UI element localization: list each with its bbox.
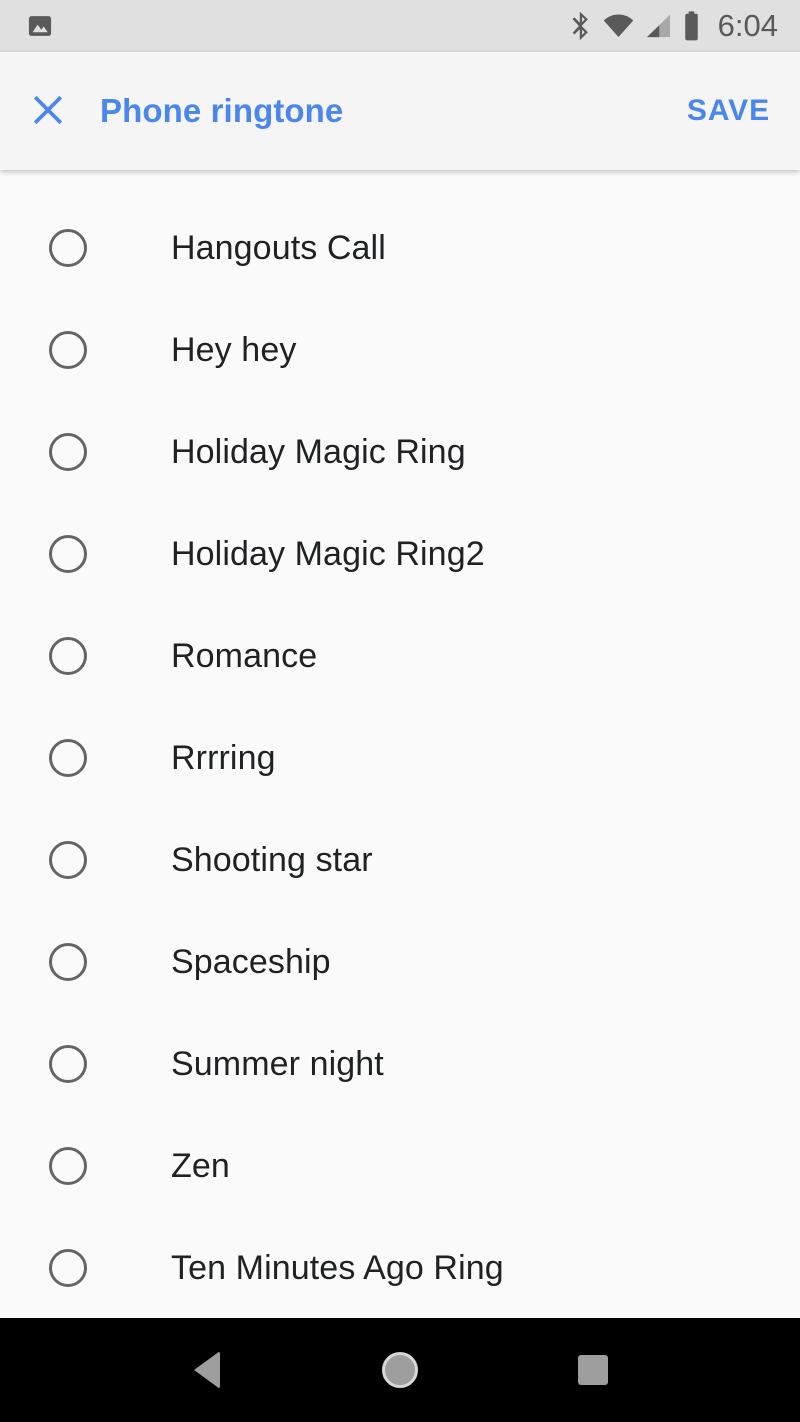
list-item-label: Ten Minutes Ago Ring [171, 1248, 504, 1287]
radio-button-icon[interactable] [49, 1147, 87, 1185]
page-title: Phone ringtone [100, 92, 344, 129]
radio-button-icon[interactable] [49, 535, 87, 573]
list-item[interactable]: Summer night [0, 1013, 800, 1115]
close-icon [27, 89, 69, 134]
radio-button-icon[interactable] [49, 331, 87, 369]
radio-button-icon[interactable] [49, 1045, 87, 1083]
save-button[interactable]: SAVE [667, 84, 800, 138]
list-item[interactable]: Spaceship [0, 911, 800, 1013]
list-item[interactable]: Hey hey [0, 299, 800, 401]
battery-icon [683, 11, 700, 41]
system-navigation-bar [0, 1318, 800, 1422]
list-item-label: Summer night [171, 1044, 384, 1083]
list-item-label: Holiday Magic Ring2 [171, 534, 485, 573]
list-item[interactable]: Holiday Magic Ring [0, 401, 800, 503]
nav-recents-button[interactable] [545, 1318, 641, 1422]
wifi-icon [603, 14, 634, 38]
list-item-label: Zen [171, 1146, 230, 1185]
list-item[interactable]: Rrrring [0, 707, 800, 809]
bluetooth-icon [570, 11, 592, 41]
status-bar-system-icons: 6:04 [570, 8, 778, 44]
recents-icon [578, 1355, 609, 1385]
status-bar-notifications [26, 12, 54, 40]
phone-screen: 6:04 Phone ringtone SAVE Hangouts Call H… [0, 0, 800, 1422]
list-item-label: Spaceship [171, 942, 331, 981]
list-item[interactable]: Romance [0, 605, 800, 707]
radio-button-icon[interactable] [49, 943, 87, 981]
status-bar: 6:04 [0, 0, 800, 52]
list-item-label: Hey hey [171, 330, 297, 369]
ringtone-list[interactable]: Hangouts Call Hey hey Holiday Magic Ring… [0, 170, 800, 1318]
cell-signal-icon [645, 14, 672, 38]
list-item[interactable]: Zen [0, 1115, 800, 1217]
back-icon [193, 1351, 220, 1389]
app-bar: Phone ringtone SAVE [0, 52, 800, 170]
list-item-label: Shooting star [171, 840, 373, 879]
status-bar-clock: 6:04 [717, 8, 778, 43]
list-item-label: Rrrring [171, 738, 276, 777]
radio-button-icon[interactable] [49, 637, 87, 675]
image-icon [26, 12, 54, 40]
list-item[interactable]: Shooting star [0, 809, 800, 911]
nav-home-button[interactable] [352, 1318, 448, 1422]
list-item-label: Romance [171, 636, 318, 675]
radio-button-icon[interactable] [49, 229, 87, 267]
list-item-label: Holiday Magic Ring [171, 432, 466, 471]
list-item[interactable]: Ten Minutes Ago Ring [0, 1217, 800, 1318]
close-button[interactable] [0, 52, 96, 170]
list-item[interactable]: Hangouts Call [0, 197, 800, 299]
home-icon [381, 1352, 418, 1388]
radio-button-icon[interactable] [49, 739, 87, 777]
nav-back-button[interactable] [159, 1318, 255, 1422]
list-item[interactable]: Holiday Magic Ring2 [0, 503, 800, 605]
radio-button-icon[interactable] [49, 1249, 87, 1287]
list-item-label: Hangouts Call [171, 228, 386, 267]
radio-button-icon[interactable] [49, 433, 87, 471]
radio-button-icon[interactable] [49, 841, 87, 879]
